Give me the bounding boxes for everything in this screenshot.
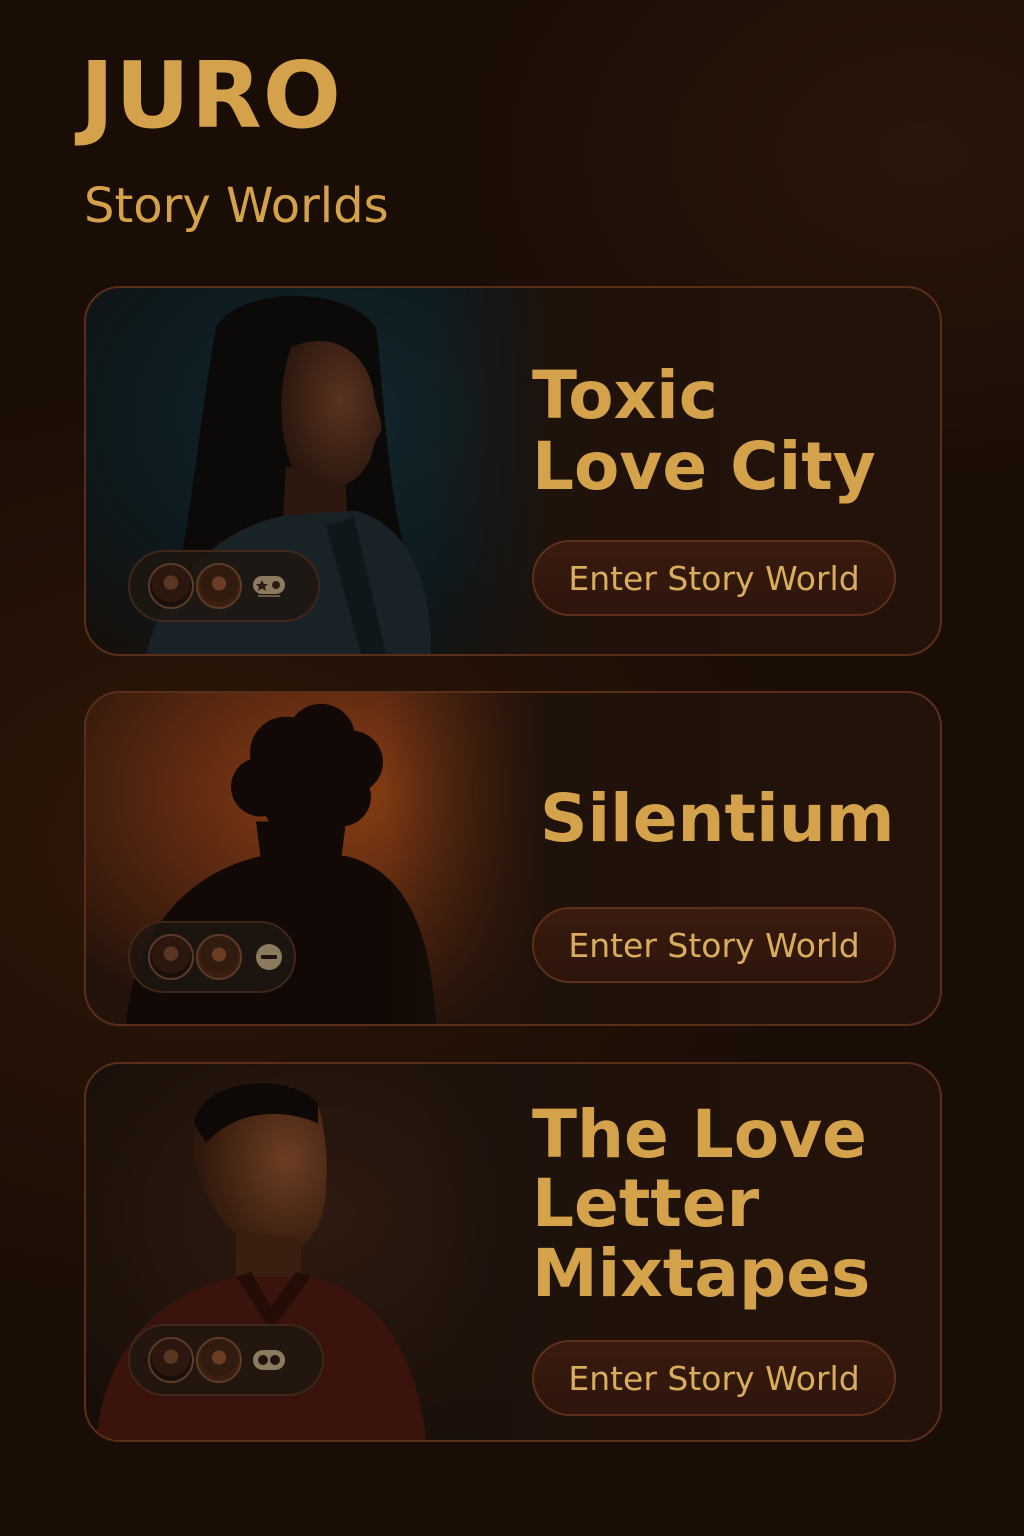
participant-avatar (196, 1337, 242, 1383)
enter-story-world-button[interactable]: Enter Story World (532, 1340, 896, 1416)
story-world-card-toxic-love-city[interactable]: Toxic Love City Enter Story World (84, 286, 942, 656)
participant-avatar (196, 563, 242, 609)
enter-story-world-button[interactable]: Enter Story World (532, 540, 896, 616)
participants-pill[interactable] (128, 550, 320, 622)
participant-avatar (148, 1337, 194, 1383)
story-world-title: The Love Letter Mixtapes (532, 1096, 871, 1312)
participant-avatar (196, 934, 242, 980)
story-world-title: Silentium (540, 780, 895, 857)
page-title: Story Worlds (84, 178, 389, 234)
cassette-icon (252, 1346, 286, 1374)
participant-avatar (148, 934, 194, 980)
enter-story-world-button[interactable]: Enter Story World (532, 907, 896, 983)
story-world-card-silentium[interactable]: Silentium Enter Story World (84, 691, 942, 1026)
mute-icon (252, 943, 286, 971)
brand-logo: JURO (80, 42, 342, 149)
participants-pill[interactable] (128, 921, 296, 993)
participants-pill[interactable] (128, 1324, 324, 1396)
story-world-card-love-letter-mixtapes[interactable]: The Love Letter Mixtapes Enter Story Wor… (84, 1062, 942, 1442)
game-controller-icon (252, 572, 286, 600)
participant-avatar (148, 563, 194, 609)
story-world-title: Toxic Love City (532, 357, 876, 506)
